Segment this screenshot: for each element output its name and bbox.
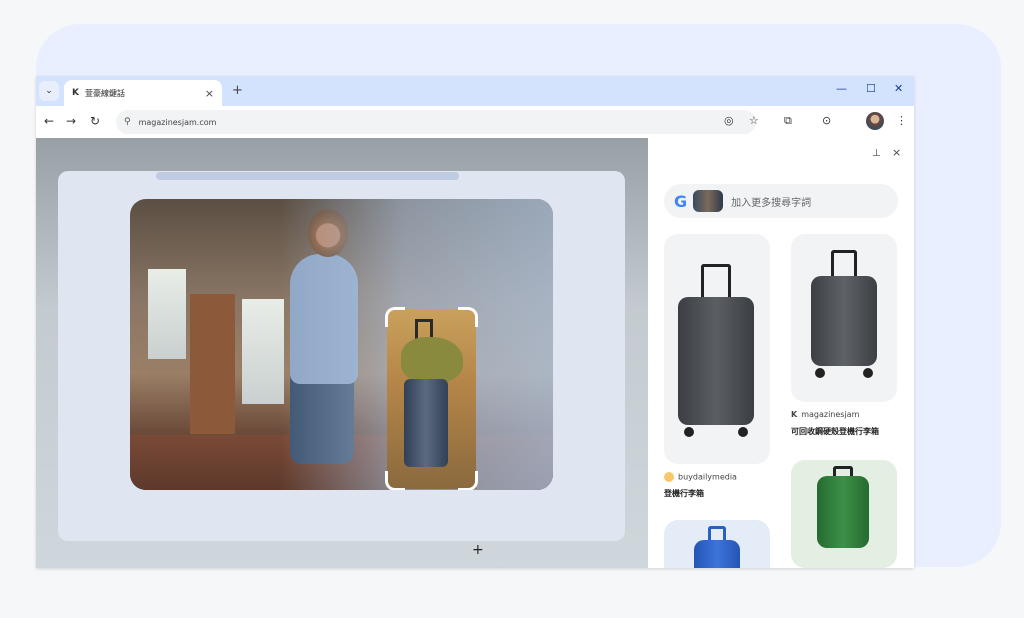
result-card[interactable]: [791, 460, 897, 568]
lens-icon[interactable]: ◎: [724, 114, 734, 127]
suitcase-image: [817, 466, 869, 562]
result-card[interactable]: [664, 520, 770, 568]
suitcase-image: [694, 526, 740, 568]
site-info-icon[interactable]: ⚲: [124, 117, 131, 127]
photo-window: [148, 269, 186, 359]
selection-handle-tl[interactable]: [385, 307, 405, 327]
lens-selection-box[interactable]: [385, 307, 478, 490]
result-source-name: buydailymedia: [678, 472, 737, 482]
wheel: [863, 368, 873, 378]
google-logo-icon: G: [674, 191, 688, 211]
menu-more-icon[interactable]: ⋮: [896, 114, 907, 127]
browser-window: ⌄ K 萱豪線鍵話 × + — ☐ ✕ ← → ↻ ⚲ magazinesjam…: [36, 76, 914, 568]
selection-thumbnail: [693, 190, 724, 212]
suitcase-body: [694, 540, 740, 568]
result-title[interactable]: 可回收鋼硬殼登機行李箱: [791, 426, 879, 437]
lens-toolbar-icon[interactable]: ⊙: [822, 114, 831, 127]
crosshair-cursor-icon: +: [472, 542, 484, 558]
suitcase-body: [678, 297, 754, 425]
photo-window: [242, 299, 284, 404]
result-title[interactable]: 登機行李箱: [664, 488, 704, 499]
close-window-icon[interactable]: ✕: [894, 82, 903, 95]
wheel: [738, 427, 748, 437]
address-bar[interactable]: ⚲ magazinesjam.com: [116, 110, 756, 134]
suitcase-image: [811, 250, 877, 380]
source-favicon-icon: K: [791, 410, 798, 419]
suitcase-body: [811, 276, 877, 366]
suitcase-body: [817, 476, 869, 548]
placeholder-bar: [156, 172, 459, 180]
result-source-name: magazinesjam: [801, 410, 860, 419]
photo-door: [190, 294, 235, 434]
maximize-icon[interactable]: ☐: [866, 82, 876, 95]
suitcase-handle: [707, 526, 727, 540]
result-source[interactable]: Kmagazinesjam: [791, 410, 859, 419]
wheel: [684, 427, 694, 437]
suitcase-image: [678, 264, 754, 439]
profile-avatar[interactable]: [866, 112, 884, 130]
tab-active[interactable]: K 萱豪線鍵話 ×: [64, 80, 222, 106]
forward-icon[interactable]: →: [66, 114, 76, 128]
new-tab-button[interactable]: +: [232, 83, 243, 98]
site-favicon-icon: K: [72, 88, 79, 98]
bookmark-star-icon[interactable]: ☆: [749, 114, 759, 127]
duffel-bag: [401, 337, 463, 383]
pin-icon[interactable]: ⊥: [872, 148, 881, 159]
close-panel-icon[interactable]: ×: [892, 146, 901, 159]
selection-handle-tr[interactable]: [458, 307, 478, 327]
browser-toolbar: ← → ↻ ⚲ magazinesjam.com ◎ ☆ ⧉ ⊙ ⋮: [36, 106, 914, 138]
tab-search-button[interactable]: ⌄: [39, 81, 59, 101]
tab-bar: ⌄ K 萱豪線鍵話 × + — ☐ ✕: [36, 76, 914, 106]
back-icon[interactable]: ←: [44, 114, 54, 128]
lens-side-panel: ⊥ × G 加入更多搜尋字詞 buydailymedia 登機行李箱 K mag…: [648, 138, 914, 568]
selection-handle-br[interactable]: [458, 471, 478, 490]
suitcase-handle: [700, 264, 732, 298]
page-content: + ◉: [36, 138, 648, 568]
hero-photo: [130, 199, 553, 490]
suitcase: [404, 379, 448, 467]
selection-handle-bl[interactable]: [385, 471, 405, 490]
result-card[interactable]: [664, 234, 770, 464]
extensions-icon[interactable]: ⧉: [784, 114, 792, 128]
chevron-down-icon: ⌄: [45, 86, 53, 96]
suitcase-handle: [830, 250, 858, 278]
source-icon: [664, 472, 674, 482]
reload-icon[interactable]: ↻: [90, 114, 100, 128]
tab-title: 萱豪線鍵話: [84, 88, 125, 98]
lens-search-box[interactable]: G 加入更多搜尋字詞: [664, 184, 898, 218]
url-text: magazinesjam.com: [138, 117, 217, 127]
result-card[interactable]: [791, 234, 897, 402]
close-tab-icon[interactable]: ×: [205, 87, 214, 100]
minimize-icon[interactable]: —: [836, 82, 847, 95]
result-source[interactable]: buydailymedia: [664, 472, 737, 482]
search-placeholder: 加入更多搜尋字詞: [731, 197, 812, 209]
wheel: [815, 368, 825, 378]
